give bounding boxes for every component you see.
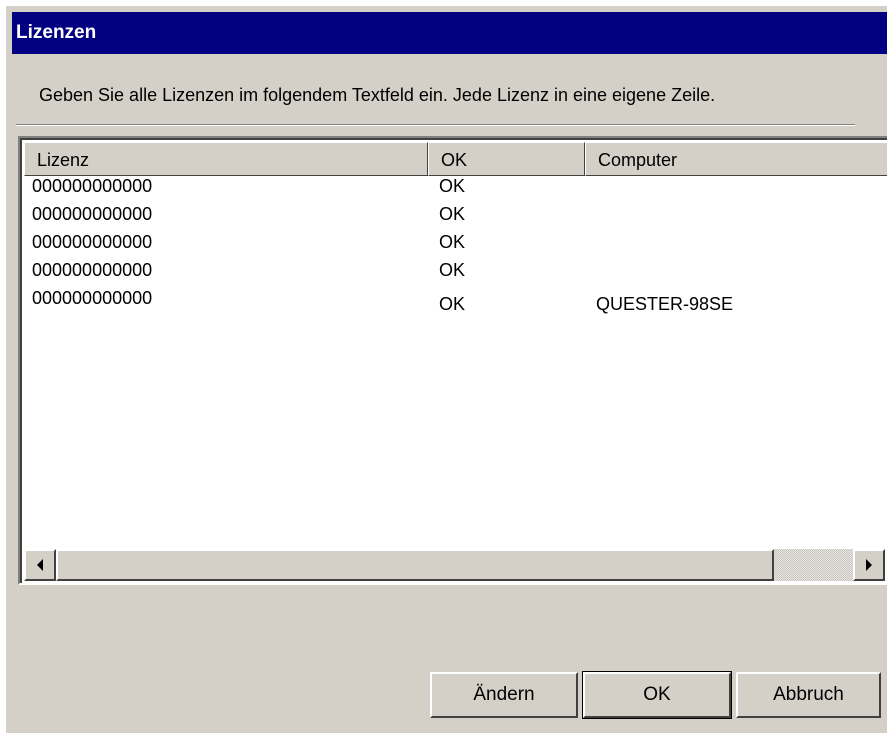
scroll-right-button[interactable] [853,549,885,581]
table-row[interactable]: 000000000000 OK [24,232,887,260]
table-row[interactable]: 000000000000 OK [24,176,887,204]
column-header-computer[interactable]: Computer [585,142,887,176]
cancel-button[interactable]: Abbruch [736,672,881,718]
cell-ok: OK [439,260,466,280]
instruction-text: Geben Sie alle Lizenzen im folgendem Tex… [39,85,716,105]
arrow-left-icon [37,559,43,571]
cell-lizenz: 000000000000 [32,176,153,196]
list-rows: 000000000000 OK 000000000000 OK 00000000… [24,176,887,316]
horizontal-scrollbar[interactable] [24,549,885,581]
arrow-right-icon [866,559,872,571]
cell-ok: OK [439,204,466,224]
change-button[interactable]: Ändern [430,672,578,718]
table-row[interactable]: 000000000000 OK [24,260,887,288]
separator [16,124,855,126]
cell-ok: OK [439,294,466,314]
table-row[interactable]: 000000000000 OK QUESTER-98SE [24,288,887,316]
column-header-lizenz[interactable]: Lizenz [24,142,428,176]
scroll-thumb[interactable] [56,549,774,581]
column-header-ok[interactable]: OK [428,142,585,176]
cell-lizenz: 000000000000 [32,288,153,308]
list-header: Lizenz OK Computer [24,142,887,176]
scroll-track[interactable] [774,549,853,581]
cell-ok: OK [439,232,466,252]
scroll-left-button[interactable] [24,549,56,581]
window-title: Lizenzen [12,12,887,54]
table-row[interactable]: 000000000000 OK [24,204,887,232]
cell-lizenz: 000000000000 [32,260,153,280]
cell-computer: QUESTER-98SE [596,294,734,314]
cell-ok: OK [439,176,466,196]
cell-lizenz: 000000000000 [32,232,153,252]
ok-button[interactable]: OK [582,671,732,719]
license-list[interactable]: Lizenz OK Computer 000000000000 OK 00000… [18,136,887,585]
cell-lizenz: 000000000000 [32,204,153,224]
